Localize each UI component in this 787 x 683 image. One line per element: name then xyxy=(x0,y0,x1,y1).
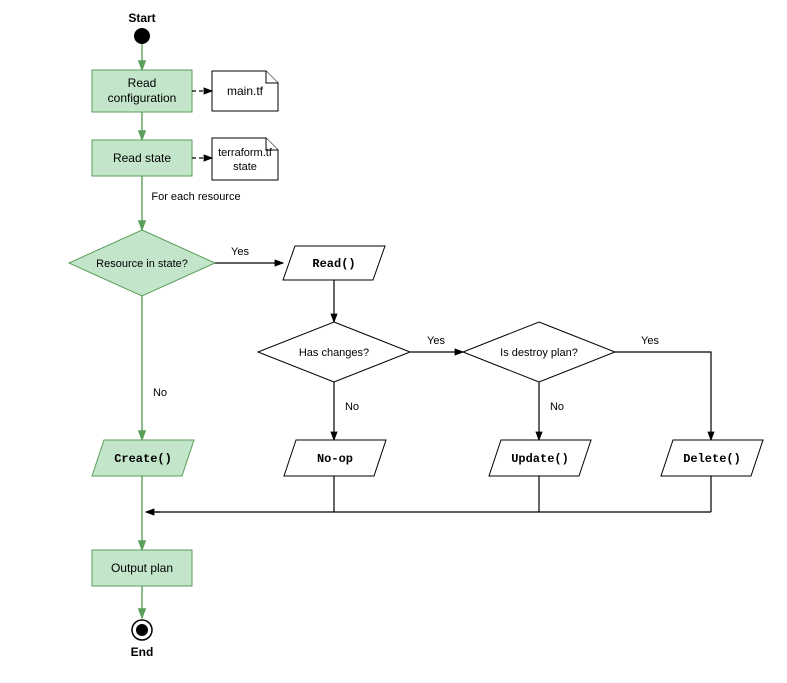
no-label-3: No xyxy=(550,401,564,413)
is-destroy-label: Is destroy plan? xyxy=(500,347,578,359)
read-state-label: Read state xyxy=(113,151,171,165)
end-label: End xyxy=(131,645,154,659)
update-label: Update() xyxy=(511,452,569,466)
edge-yes-delete xyxy=(615,352,711,440)
has-changes-label: Has changes? xyxy=(299,347,369,359)
yes-label-3: Yes xyxy=(641,335,659,347)
start-node xyxy=(134,28,150,44)
output-plan-label: Output plan xyxy=(111,561,173,575)
no-label-1: No xyxy=(153,387,167,399)
yes-label-1: Yes xyxy=(231,246,249,258)
yes-label-2: Yes xyxy=(427,335,445,347)
flowchart: Start Read configuration main.tf Read st… xyxy=(0,0,787,683)
no-label-2: No xyxy=(345,401,359,413)
read-config-label-1: Read xyxy=(128,76,157,90)
end-dot xyxy=(136,624,148,636)
tfstate-label-1: terraform.tf xyxy=(218,147,273,159)
create-label: Create() xyxy=(114,452,172,466)
start-label: Start xyxy=(128,11,155,25)
delete-label: Delete() xyxy=(683,452,741,466)
for-each-label: For each resource xyxy=(151,191,240,203)
read-label: Read() xyxy=(312,257,355,271)
tfstate-label-2: state xyxy=(233,161,257,173)
maintf-label: main.tf xyxy=(227,84,264,98)
noop-label: No-op xyxy=(317,452,353,466)
read-config-label-2: configuration xyxy=(108,91,177,105)
resource-in-state-label: Resource in state? xyxy=(96,258,188,270)
